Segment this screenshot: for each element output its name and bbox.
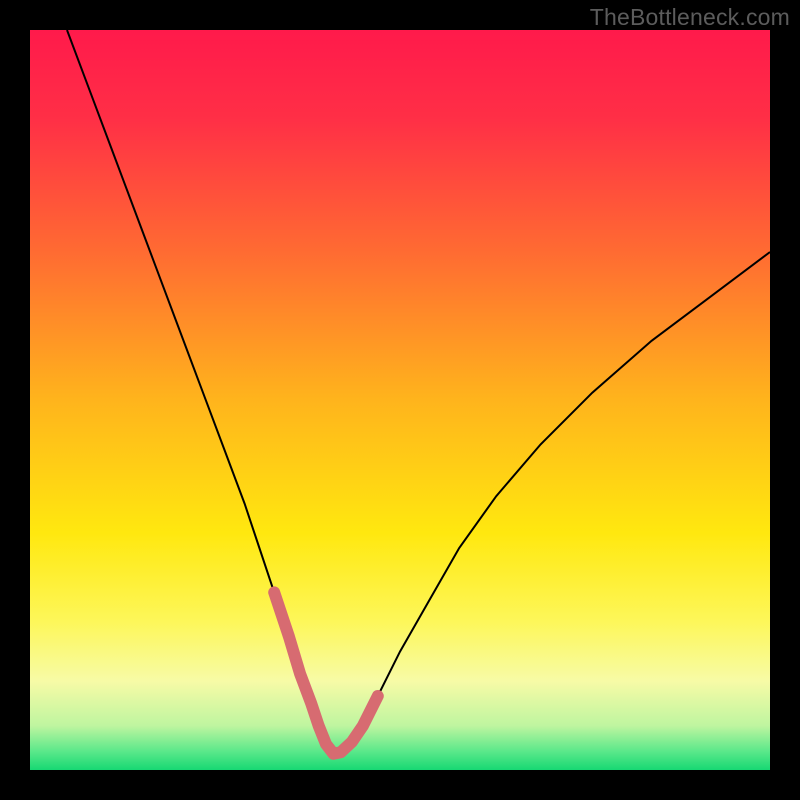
outer-frame: TheBottleneck.com	[0, 0, 800, 800]
bottleneck-chart	[30, 30, 770, 770]
plot-area	[30, 30, 770, 770]
gradient-background	[30, 30, 770, 770]
watermark-text: TheBottleneck.com	[590, 4, 790, 31]
